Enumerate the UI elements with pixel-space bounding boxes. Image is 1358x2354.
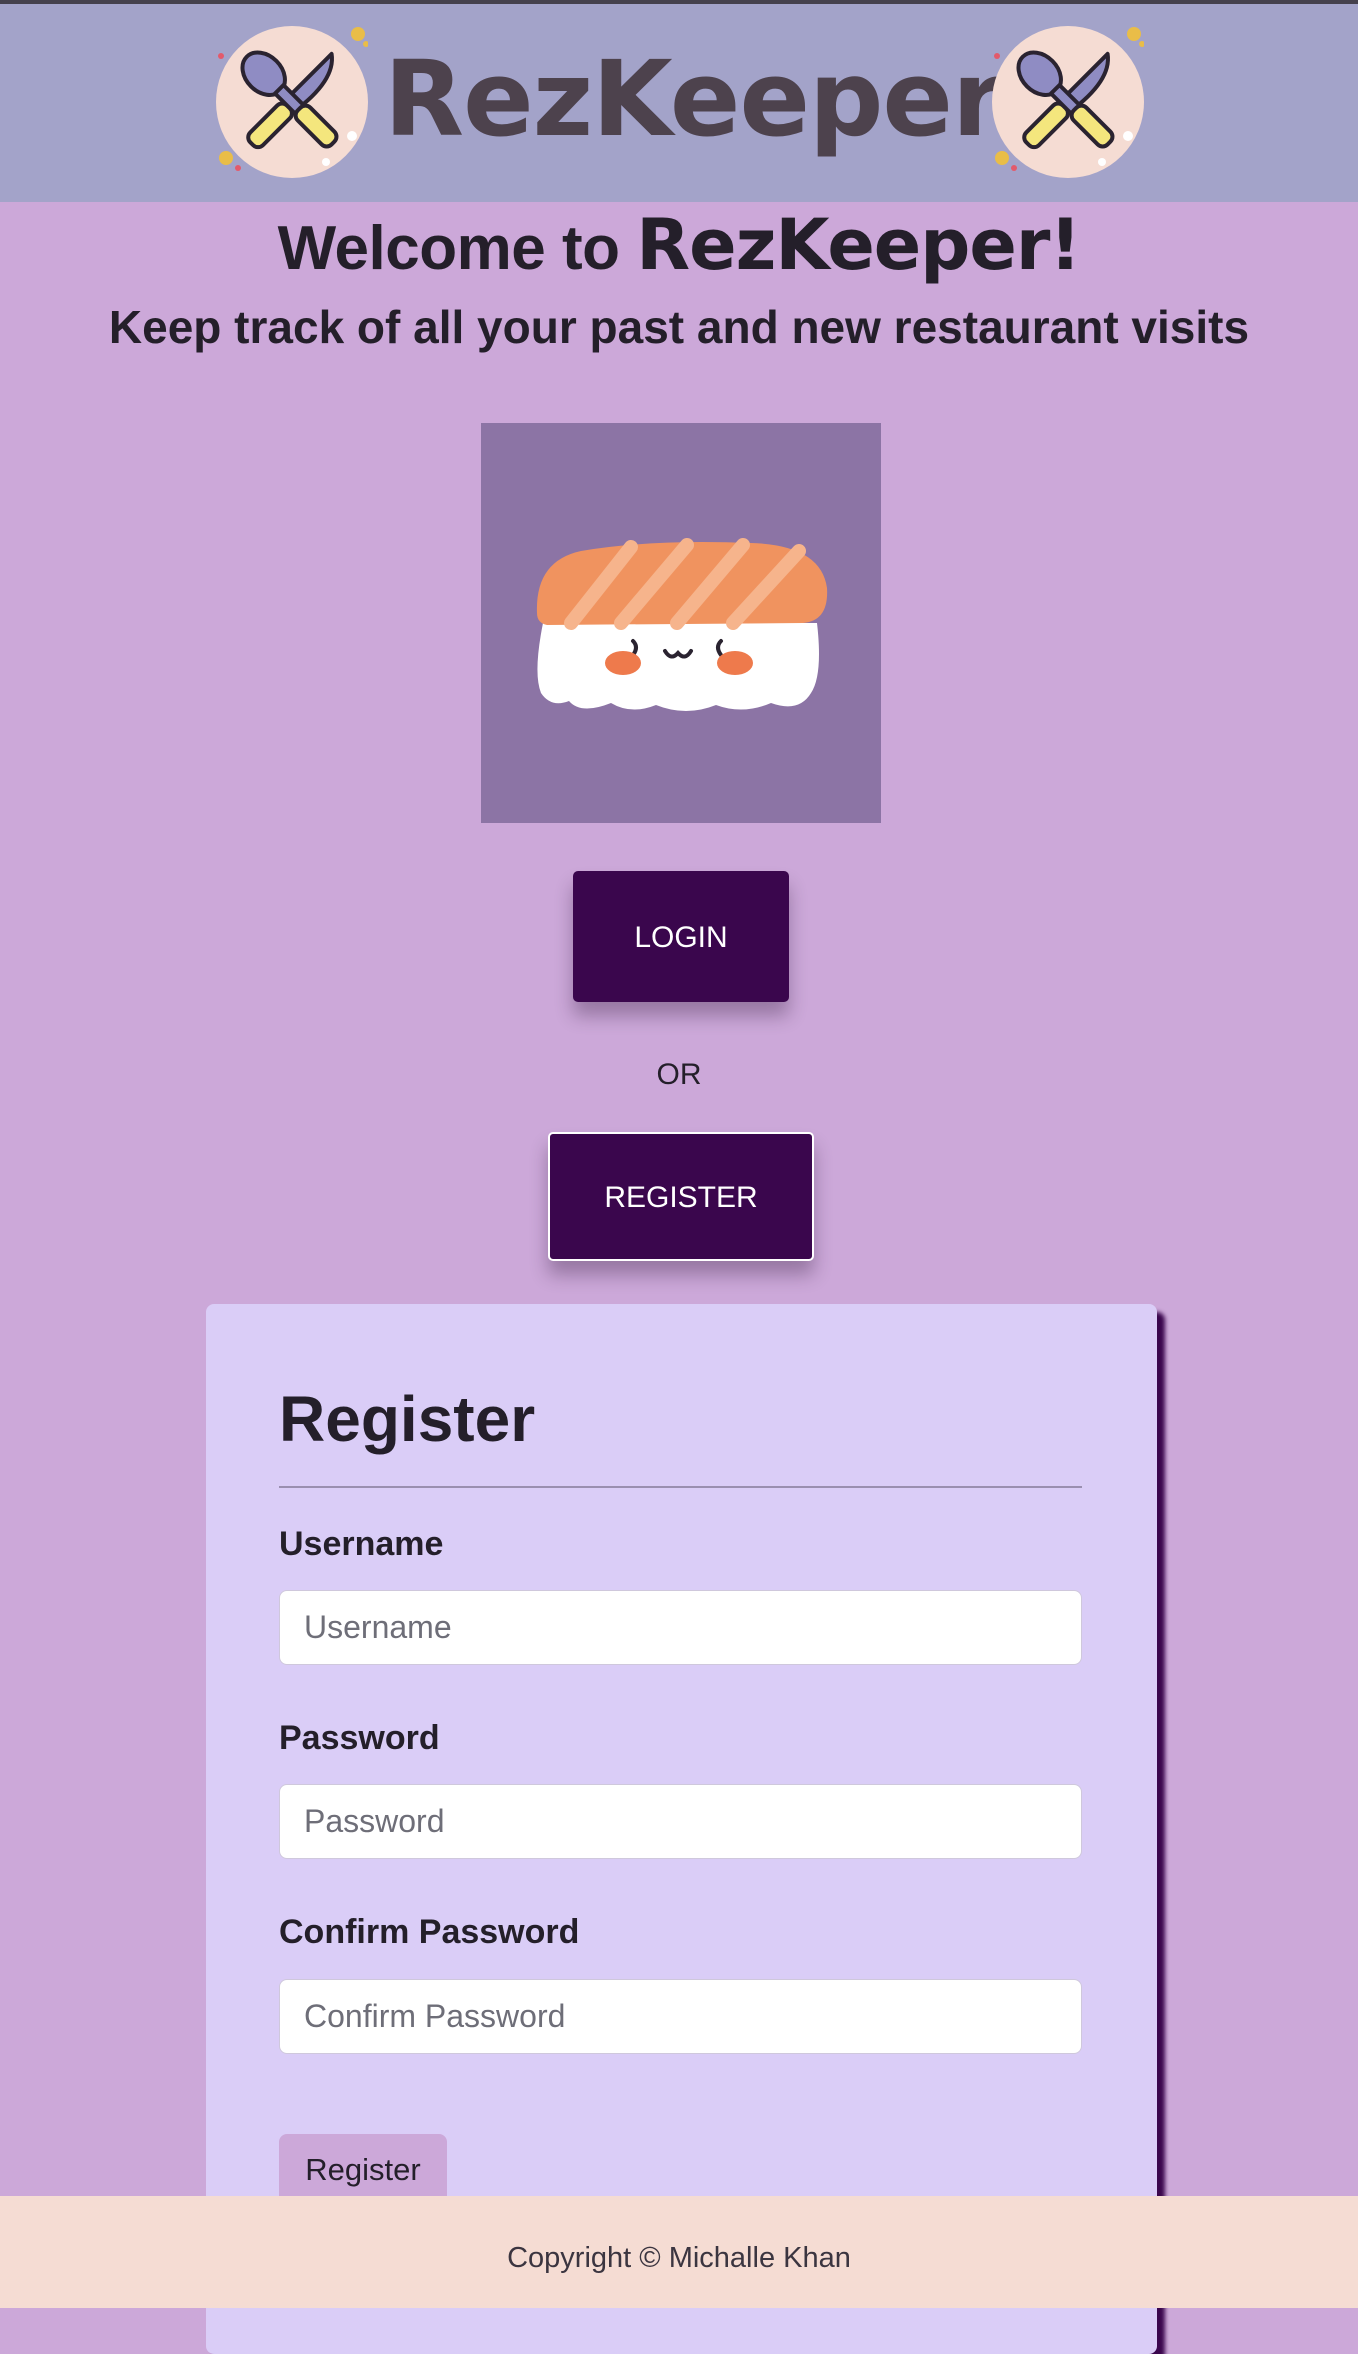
copyright-text: Copyright © Michalle Khan [507, 2242, 851, 2274]
or-separator: OR [656, 1058, 702, 1091]
username-input[interactable] [279, 1590, 1082, 1665]
form-divider [279, 1486, 1082, 1488]
site-footer: Copyright © Michalle Khan [0, 2196, 1358, 2308]
crossed-knife-spoon-icon [216, 26, 368, 178]
welcome-heading: Welcome to RezKeeper! [0, 200, 1358, 290]
sushi-illustration [481, 423, 881, 823]
confirm-password-label: Confirm Password [279, 1913, 580, 1951]
form-title: Register [279, 1383, 536, 1455]
username-label: Username [279, 1525, 444, 1563]
login-button[interactable]: LOGIN [573, 871, 789, 1002]
password-label: Password [279, 1719, 440, 1757]
welcome-prefix: Welcome to [277, 214, 637, 283]
password-input[interactable] [279, 1784, 1082, 1859]
crossed-knife-spoon-icon [992, 26, 1144, 178]
tagline: Keep track of all your past and new rest… [108, 301, 1250, 353]
register-button[interactable]: REGISTER [548, 1132, 814, 1261]
welcome-brand: RezKeeper! [636, 204, 1081, 286]
site-header: RezKeeper [0, 4, 1358, 202]
confirm-password-input[interactable] [279, 1979, 1082, 2054]
brand-title: RezKeeper [384, 38, 1003, 160]
